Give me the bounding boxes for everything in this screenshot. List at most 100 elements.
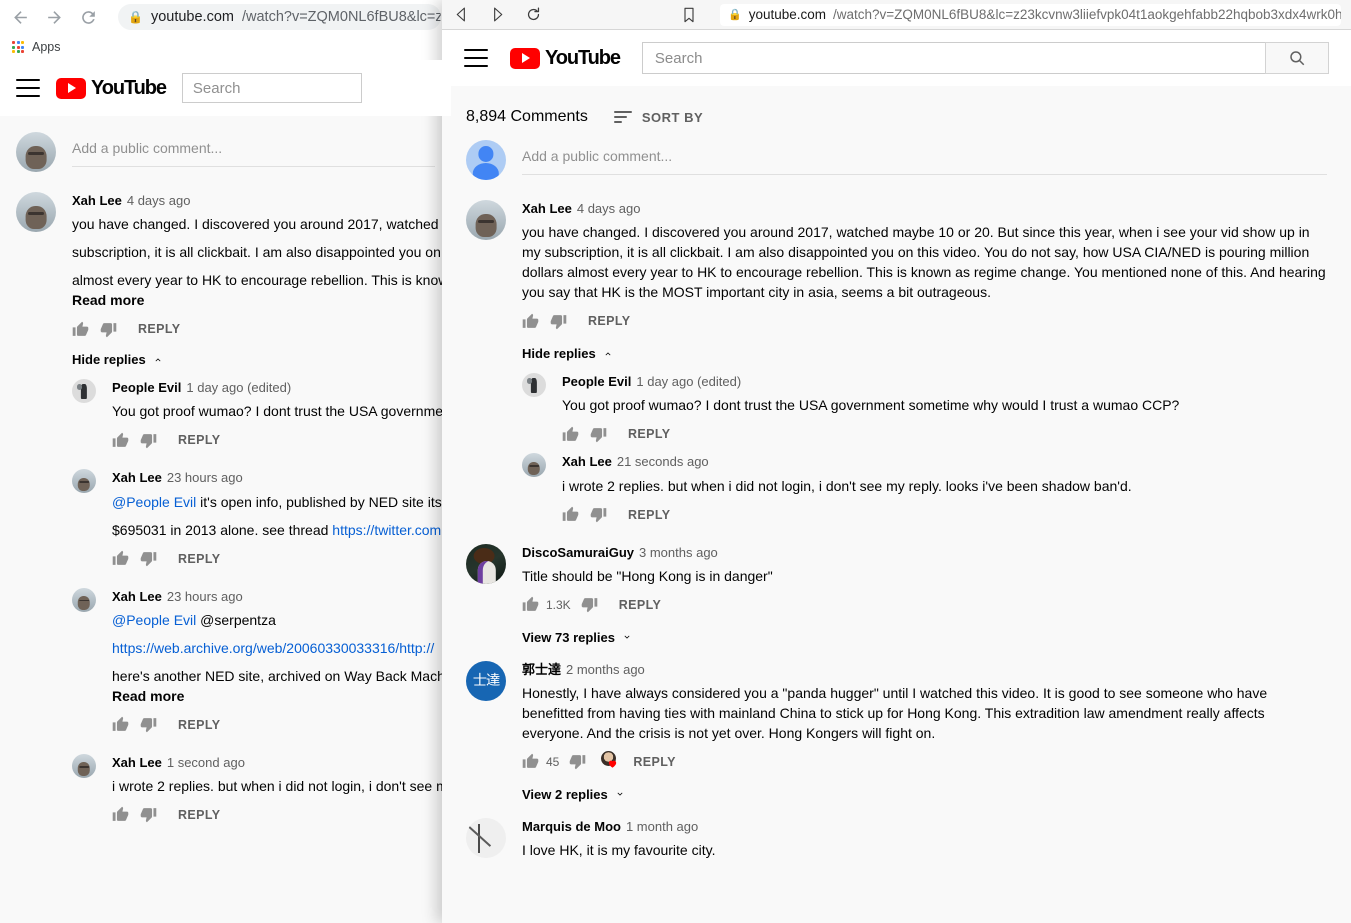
reply-actions: REPLY <box>562 423 1327 445</box>
reply-button[interactable]: REPLY <box>178 552 221 566</box>
comment-author[interactable]: Marquis de Moo <box>522 819 621 834</box>
add-comment-input[interactable]: Add a public comment... <box>522 140 1327 175</box>
thumbs-up-icon[interactable] <box>112 804 140 826</box>
youtube-logo[interactable]: YouTube <box>56 77 166 100</box>
comment-author[interactable]: Xah Lee <box>112 589 162 604</box>
search-input[interactable]: Search <box>642 42 1265 74</box>
forward-arrow-icon[interactable] <box>44 7 64 27</box>
comment-timestamp[interactable]: 23 hours ago <box>167 589 243 604</box>
thumbs-up-icon[interactable] <box>72 318 100 340</box>
sort-by-button[interactable]: SORT BY <box>614 110 703 125</box>
reply-button[interactable]: REPLY <box>588 314 631 328</box>
comment-text-line: you have changed. I discovered you aroun… <box>72 214 435 234</box>
comment-author[interactable]: People Evil <box>112 380 181 395</box>
reply-button[interactable]: REPLY <box>619 598 662 612</box>
reply-button[interactable]: REPLY <box>178 808 221 822</box>
thumbs-up-icon[interactable] <box>112 429 140 451</box>
thumbs-down-icon[interactable] <box>100 318 128 340</box>
foreground-browser-window[interactable]: 🔒 youtube.com/watch?v=ZQM0NL6fBU8&lc=z23… <box>442 0 1351 923</box>
mention-link[interactable]: @People Evil <box>112 494 196 510</box>
comment-author[interactable]: Xah Lee <box>112 470 162 485</box>
left-add-comment-row[interactable]: Add a public comment... <box>16 116 435 192</box>
thumbs-down-icon[interactable] <box>581 594 609 616</box>
comment-author[interactable]: People Evil <box>562 374 631 389</box>
thumbs-up-icon[interactable] <box>112 548 140 570</box>
thumbs-up-icon[interactable] <box>112 714 140 736</box>
reply-button[interactable]: REPLY <box>628 427 671 441</box>
thumbs-down-icon[interactable] <box>590 504 618 526</box>
comment-main: 郭士達 2 months ago Honestly, I have always … <box>522 661 1327 802</box>
thumbs-up-icon[interactable] <box>562 504 590 526</box>
thumbs-down-icon[interactable] <box>590 423 618 445</box>
right-add-comment-row[interactable]: Add a public comment... <box>466 140 1327 200</box>
left-search-input[interactable]: Search <box>182 73 362 103</box>
chevron-down-icon <box>615 789 625 799</box>
background-browser-window[interactable]: 🔒 youtube.com/watch?v=ZQM0NL6fBU8&lc=z23… <box>0 0 451 923</box>
view-replies-toggle[interactable]: View 73 replies <box>522 630 1327 645</box>
reply-button[interactable]: REPLY <box>178 433 221 447</box>
right-youtube-header: YouTube Search <box>442 30 1351 86</box>
apps-grid-icon[interactable] <box>12 41 24 53</box>
comment-timestamp[interactable]: 1 day ago (edited) <box>186 380 291 395</box>
comment-timestamp[interactable]: 21 seconds ago <box>617 454 709 469</box>
thumbs-up-icon[interactable] <box>562 423 590 445</box>
left-address-bar[interactable]: 🔒 youtube.com/watch?v=ZQM0NL6fBU8&lc=z23… <box>118 4 441 30</box>
youtube-logo[interactable]: YouTube <box>510 47 620 70</box>
back-arrow-icon[interactable] <box>10 7 30 27</box>
comment-timestamp[interactable]: 2 months ago <box>566 662 645 677</box>
external-link[interactable]: https://twitter.com, <box>332 522 445 538</box>
search-button[interactable] <box>1265 42 1329 74</box>
read-more-button[interactable]: Read more <box>112 686 435 706</box>
left-replies-list: People Evil1 day ago (edited) You got pr… <box>72 379 435 844</box>
comment-text: Honestly, I have always considered you a… <box>522 683 1327 743</box>
comment-author[interactable]: 郭士達 <box>522 662 561 677</box>
reply-main: People Evil1 day ago (edited) You got pr… <box>562 373 1327 445</box>
comment-timestamp[interactable]: 23 hours ago <box>167 470 243 485</box>
reply-button[interactable]: REPLY <box>178 718 221 732</box>
reply-button[interactable]: REPLY <box>633 755 676 769</box>
forward-triangle-icon[interactable] <box>488 6 506 24</box>
thumbs-down-icon[interactable] <box>569 751 597 773</box>
bookmark-apps-label[interactable]: Apps <box>32 40 61 54</box>
back-triangle-icon[interactable] <box>452 6 470 24</box>
left-bookmarks-bar: Apps <box>0 34 451 60</box>
right-address-bar[interactable]: 🔒 youtube.com/watch?v=ZQM0NL6fBU8&lc=z23… <box>720 4 1341 26</box>
view-replies-toggle[interactable]: View 2 replies <box>522 787 1327 802</box>
comment-timestamp[interactable]: 1 month ago <box>626 819 698 834</box>
mention-link[interactable]: @People Evil <box>112 612 196 628</box>
read-more-button[interactable]: Read more <box>72 290 435 310</box>
creator-heart-icon[interactable] <box>601 751 623 773</box>
comment-timestamp[interactable]: 1 day ago (edited) <box>636 374 741 389</box>
comment-thread: Xah Lee4 days ago you have changed. I di… <box>466 200 1327 544</box>
comment-author[interactable]: Xah Lee <box>562 454 612 469</box>
reload-icon[interactable] <box>78 7 98 27</box>
hide-replies-toggle[interactable]: Hide replies <box>522 346 1327 361</box>
thumbs-down-icon[interactable] <box>140 804 168 826</box>
left-add-comment-input[interactable]: Add a public comment... <box>72 132 435 167</box>
view-replies-label: View 73 replies <box>522 630 615 645</box>
comment-author[interactable]: DiscoSamuraiGuy <box>522 545 634 560</box>
reload-icon[interactable] <box>524 6 542 24</box>
comment-author[interactable]: Xah Lee <box>72 193 122 208</box>
bookmark-icon[interactable] <box>680 6 698 24</box>
comment-timestamp[interactable]: 4 days ago <box>577 201 641 216</box>
reply-button[interactable]: REPLY <box>138 322 181 336</box>
reply-header: People Evil 1 day ago (edited) <box>112 379 435 397</box>
hide-replies-toggle[interactable]: Hide replies <box>72 352 435 367</box>
comment-timestamp[interactable]: 1 second ago <box>167 755 245 770</box>
thumbs-down-icon[interactable] <box>140 429 168 451</box>
comment-author[interactable]: Xah Lee <box>112 755 162 770</box>
comment-timestamp[interactable]: 3 months ago <box>639 545 718 560</box>
hamburger-menu-icon[interactable] <box>16 79 40 97</box>
thumbs-down-icon[interactable] <box>550 310 578 332</box>
hamburger-menu-icon[interactable] <box>464 49 488 67</box>
comment-thread: 士達 郭士達2 months ago Honestly, I have alwa… <box>466 661 1327 818</box>
thumbs-down-icon[interactable] <box>140 548 168 570</box>
thumbs-up-icon[interactable] <box>522 310 550 332</box>
comment-author[interactable]: Xah Lee <box>522 201 572 216</box>
reply-button[interactable]: REPLY <box>628 508 671 522</box>
comment-timestamp[interactable]: 4 days ago <box>127 193 191 208</box>
thumbs-down-icon[interactable] <box>140 714 168 736</box>
reply-main: Xah Lee23 hours ago @People Evil it's op… <box>112 469 435 569</box>
archive-link[interactable]: https://web.archive.org/web/200603300333… <box>112 638 435 658</box>
